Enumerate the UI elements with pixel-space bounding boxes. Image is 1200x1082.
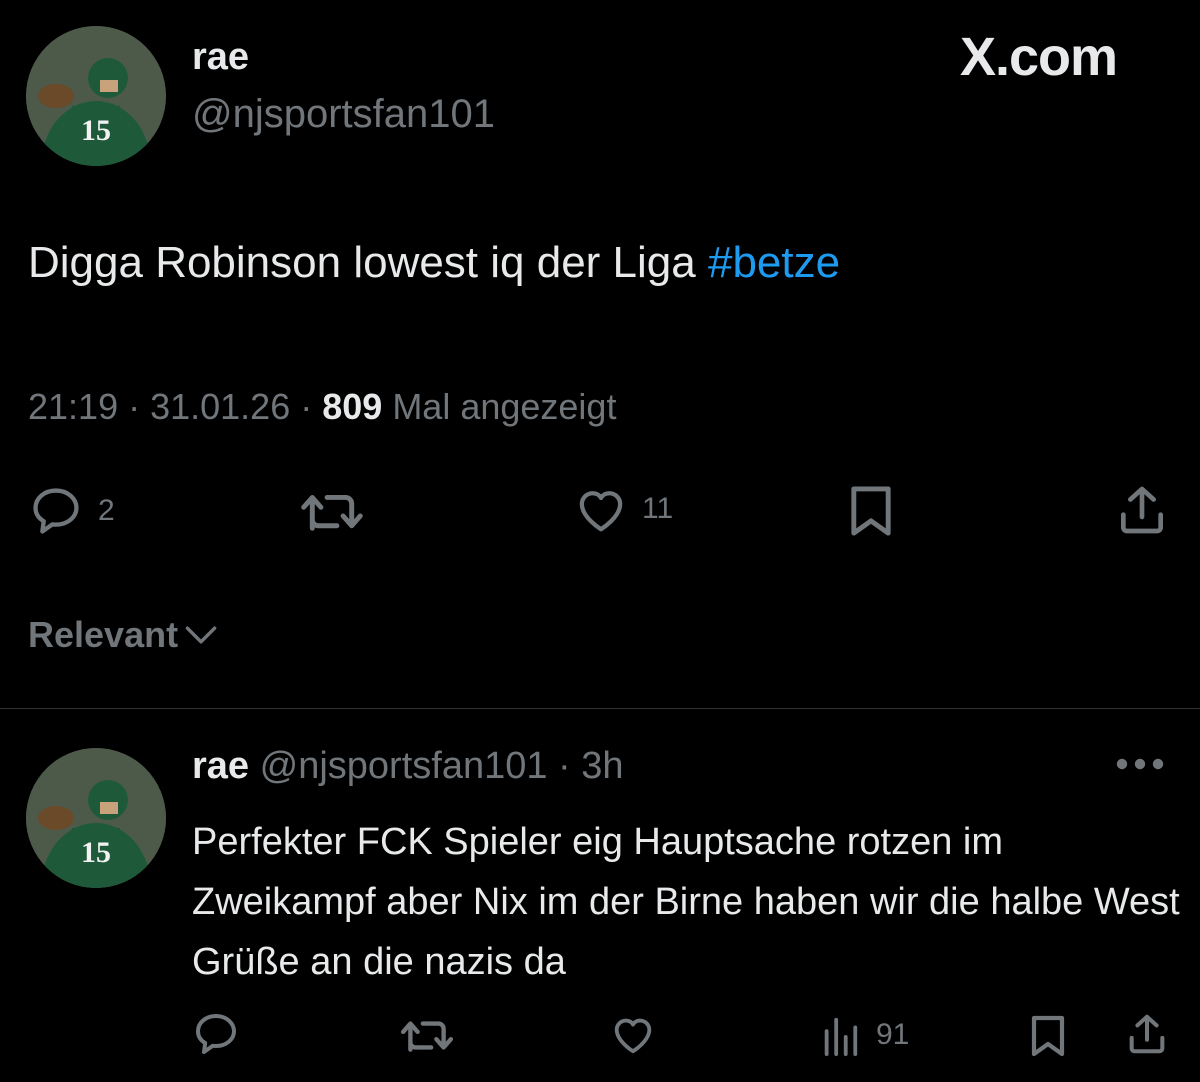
divider (0, 708, 1200, 709)
views-count: 809 (322, 386, 383, 427)
hashtag-link[interactable]: #betze (708, 238, 840, 287)
reply-sort-dropdown[interactable]: Relevant (28, 614, 218, 656)
like-button[interactable]: 11 (574, 484, 673, 534)
like-icon (614, 1018, 652, 1054)
reply-avatar[interactable]: 15 (26, 748, 166, 888)
bookmark-icon (851, 486, 891, 536)
avatar[interactable]: 15 (26, 26, 166, 166)
post-date[interactable]: 31.01.26 (150, 386, 290, 427)
post-handle[interactable]: @njsportsfan101 (192, 92, 495, 137)
reply-text: Perfekter FCK Spieler eig Hauptsache rot… (192, 821, 1180, 983)
reply-views-button[interactable]: 91 (820, 1014, 909, 1056)
reply-bookmark-button[interactable] (1028, 1014, 1068, 1058)
views-count: 91 (876, 1018, 910, 1051)
post-time[interactable]: 21:19 (28, 386, 118, 427)
reply-icon (196, 1014, 236, 1054)
reply-like-button[interactable] (610, 1012, 656, 1056)
more-button[interactable] (1112, 754, 1168, 779)
reply-display-name[interactable]: rae (192, 745, 249, 787)
meta-separator: · (118, 386, 151, 427)
reply-share-button[interactable] (1124, 1010, 1170, 1058)
avatar-photo: 15 (26, 26, 166, 166)
reply-sort-label: Relevant (28, 614, 179, 655)
share-icon (1129, 1014, 1165, 1054)
like-icon (579, 491, 623, 532)
reply-icon (33, 488, 79, 534)
meta-separator: · (290, 386, 323, 427)
post-display-name[interactable]: rae (192, 36, 249, 79)
more-icon (1116, 758, 1164, 770)
brand-watermark: X.com (960, 27, 1118, 87)
reply-separator: · (547, 745, 582, 787)
bookmark-button[interactable] (846, 484, 896, 538)
reply-count: 2 (98, 494, 115, 527)
reply-header: rae @njsportsfan101 · 3h (192, 745, 624, 788)
share-button[interactable] (1114, 482, 1170, 538)
reply-repost-button[interactable] (400, 1014, 454, 1056)
chevron-down-icon (185, 626, 217, 644)
repost-icon (301, 495, 363, 531)
repost-icon (400, 1021, 454, 1052)
post-text-body: Digga Robinson lowest iq der Liga (28, 238, 708, 287)
share-icon (1121, 486, 1163, 534)
reply-time[interactable]: 3h (581, 745, 623, 787)
post-text: Digga Robinson lowest iq der Liga #betze (28, 238, 840, 288)
svg-text:15: 15 (81, 114, 111, 147)
post-meta: 21:19 · 31.01.26 · 809 Mal angezeigt (28, 386, 616, 428)
like-count: 11 (642, 492, 674, 525)
avatar-photo: 15 (26, 748, 166, 888)
bookmark-icon (1031, 1015, 1065, 1057)
reply-button[interactable]: 2 (28, 486, 115, 536)
svg-text:15: 15 (81, 836, 111, 869)
repost-button[interactable] (300, 486, 364, 536)
views-label: Mal angezeigt (382, 386, 617, 427)
views-icon (824, 1017, 858, 1056)
reply-reply-button[interactable] (192, 1012, 240, 1056)
reply-handle[interactable]: @njsportsfan101 (260, 745, 548, 787)
